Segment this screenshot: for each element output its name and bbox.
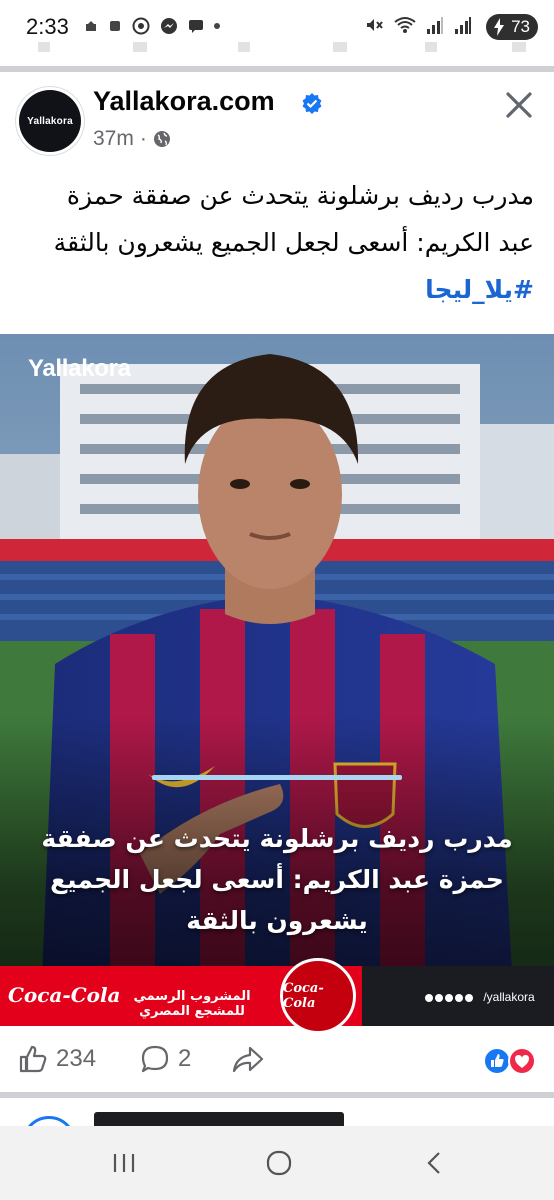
collapsed-header-strip [0,38,554,58]
likes-count: 234 [56,1045,97,1072]
reactions-summary[interactable] [482,1045,538,1077]
page-name-link[interactable]: Yallakora.com [93,86,275,117]
whatsapp-icon [132,17,150,35]
battery-indicator: 73 [486,14,538,40]
system-navigation-bar [0,1126,554,1200]
notification-icons [84,17,220,35]
like-button[interactable]: 234 [18,1044,96,1074]
faded-icons [38,42,526,52]
notification-icon [86,21,96,31]
back-button[interactable] [414,1146,454,1180]
share-icon[interactable] [232,1046,264,1074]
mute-icon [367,19,383,31]
post-timestamp[interactable]: 37m [93,127,134,151]
app-icon [110,21,120,31]
overlay-line-2: حمزة عبد الكريم: أسعى لجعل الجميع [50,865,504,894]
image-overlay-caption: مدرب رديف برشلونة يتحدث عن صفقة حمزة عبد… [0,818,554,941]
comments-count: 2 [178,1045,192,1072]
avatar-logo-text: Yallakora [27,115,73,127]
hashtag-link[interactable]: #يلا_ليجا [20,266,534,313]
verified-badge-icon [302,93,322,114]
page-avatar[interactable]: Yallakora [19,90,81,152]
recents-icon [113,1154,135,1172]
wifi-icon [394,17,416,33]
post-meta: 37m · [93,127,171,151]
battery-level: 73 [511,17,530,36]
home-button[interactable] [259,1146,299,1180]
chat-icon [189,20,203,33]
caption-line-1: مدرب رديف برشلونة يتحدث عن صفقة حمزة [66,181,534,210]
caption-line-2: عبد الكريم: أسعى لجعل الجميع يشعرون بالث… [53,228,534,257]
social-handle: /yallakora [424,990,535,1004]
sponsor-ball-text: Coca-Cola [283,981,324,1011]
comment-button[interactable]: 2 [140,1044,191,1074]
close-post-icon[interactable] [502,88,536,122]
home-icon [266,1150,292,1176]
next-post-peek [0,1098,554,1128]
overlay-line-3: يشعرون بالثقة [186,906,368,935]
signal-icon [427,17,443,34]
image-watermark: Yallakora [28,355,131,382]
post-header: Yallakora Yallakora.com 37m · [0,72,554,172]
like-reaction-icon [483,1047,511,1075]
status-time: 2:33 [26,14,69,39]
system-icons [364,15,472,35]
social-handle-text: /yallakora [483,990,535,1004]
love-reaction-icon [508,1047,536,1075]
messenger-icon [161,18,177,34]
sponsor-logo: Coca-Cola [8,983,121,1007]
sponsor-ball-logo: Coca-Cola [280,958,356,1034]
recent-apps-button[interactable] [104,1146,144,1180]
overlay-line-1: مدرب رديف برشلونة يتحدث عن صفقة [41,824,513,853]
meta-separator: · [139,127,147,150]
back-chevron-icon [427,1152,440,1174]
overlay-accent-line [152,775,402,780]
globe-icon [153,131,170,147]
comment-icon [141,1045,169,1073]
signal-icon-2 [455,17,471,34]
dot-icon [214,23,220,29]
sponsor-tagline: المشروب الرسمي للمشجع المصري [133,989,251,1019]
charging-bolt-icon [494,18,504,36]
post-caption: مدرب رديف برشلونة يتحدث عن صفقة حمزة عبد… [20,172,534,313]
post-actions: 234 2 [0,1030,554,1092]
social-icons [425,993,473,1002]
thumbs-up-icon [19,1045,47,1073]
